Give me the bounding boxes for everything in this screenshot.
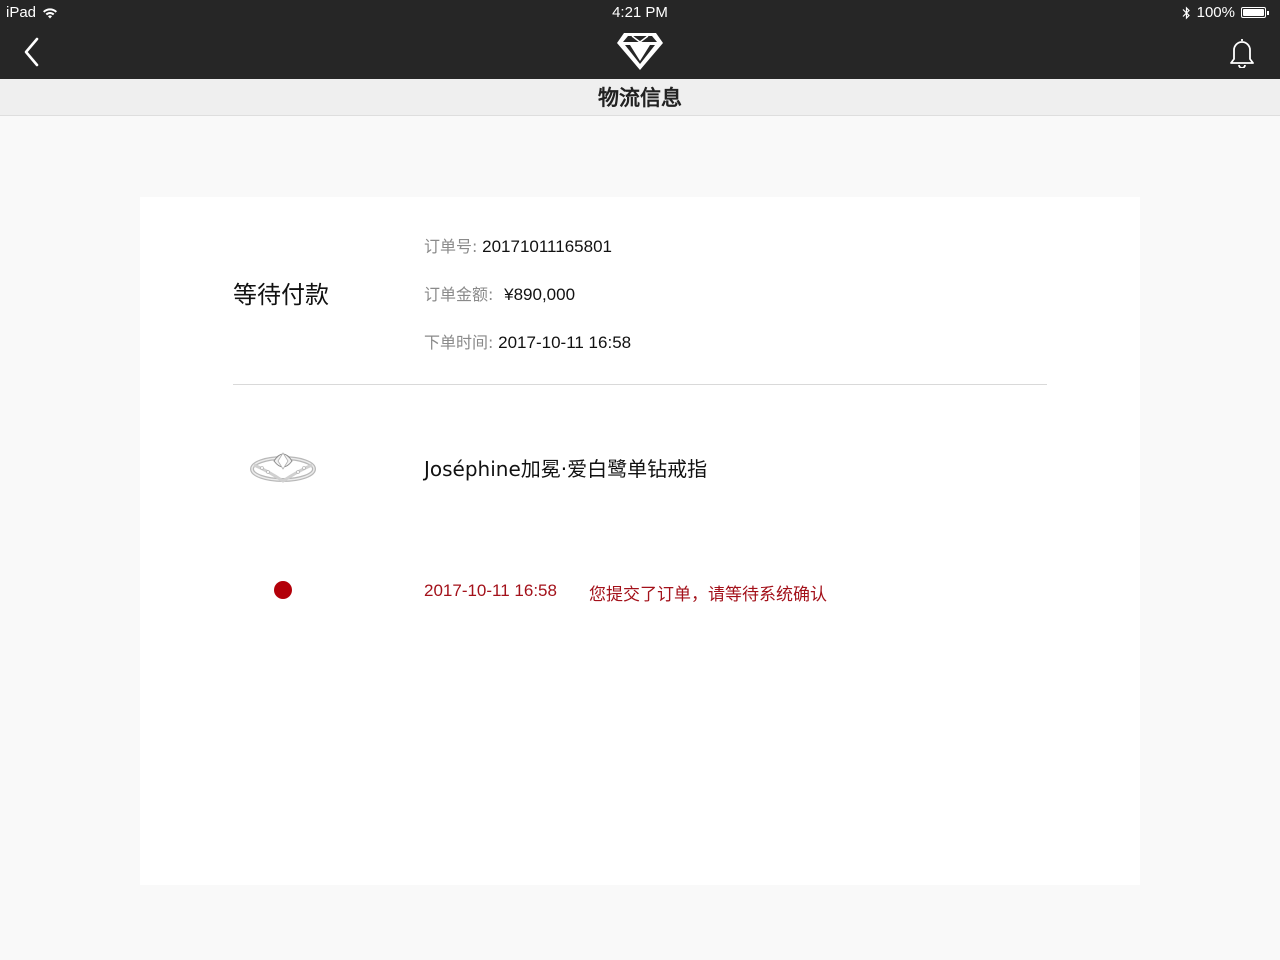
order-time-row: 下单时间: 2017-10-11 16:58 — [424, 329, 631, 353]
timeline-dot — [274, 581, 292, 599]
product-name[interactable]: Joséphine加冕·爱白鹭单钻戒指 — [424, 453, 707, 482]
order-time-value: 2017-10-11 16:58 — [498, 333, 632, 352]
order-number-label: 订单号: — [424, 237, 478, 256]
order-number-row: 订单号: 20171011165801 — [424, 233, 612, 257]
page-title: 物流信息 — [0, 79, 1280, 116]
order-amount-label: 订单金额: — [424, 285, 494, 304]
order-time-label: 下单时间: — [424, 333, 494, 352]
chevron-left-icon[interactable] — [22, 36, 42, 68]
order-card: 等待付款 订单号: 20171011165801 订单金额: ¥890,000 … — [140, 197, 1140, 885]
bell-icon[interactable] — [1226, 36, 1258, 68]
battery-icon — [1241, 7, 1269, 18]
product-image[interactable] — [248, 445, 318, 487]
top-bar: iPad 4:21 PM 100% — [0, 0, 1280, 79]
order-number-value: 20171011165801 — [482, 237, 612, 256]
order-status: 等待付款 — [233, 281, 329, 309]
timeline-time: 2017-10-11 16:58 — [424, 581, 557, 600]
order-amount-row: 订单金额: ¥890,000 — [424, 281, 575, 305]
timeline-message: 您提交了订单，请等待系统确认 — [589, 585, 827, 605]
status-bar-right: 100% — [1182, 4, 1269, 21]
diamond-icon — [617, 33, 663, 70]
battery-percent: 100% — [1196, 4, 1235, 21]
status-time: 4:21 PM — [612, 4, 668, 21]
order-amount-value: ¥890,000 — [504, 285, 576, 304]
divider — [233, 384, 1047, 385]
bluetooth-icon — [1182, 6, 1190, 19]
